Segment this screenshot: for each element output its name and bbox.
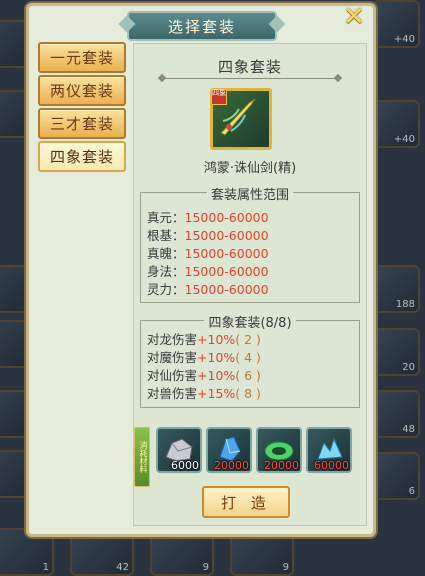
bonus-name: 对兽伤害 [147,386,198,401]
tab-label: 三才套装 [49,115,114,133]
bg-slot-count: 20 [402,362,415,373]
material-count: 20000 [264,459,299,472]
attribute-name: 根基： [147,228,185,243]
bg-slot [0,320,28,368]
bonus-value: +10% [197,332,236,347]
material-count: 20000 [214,459,249,472]
bg-slot: 48 [372,390,420,438]
item-name: 鸿蒙·诛仙剑(精) [203,161,297,176]
close-button[interactable]: ✕ [339,2,369,32]
materials-label: 消耗材料 [134,427,150,487]
close-x-icon: ✕ [343,2,365,32]
attribute-row: 根基：15000-60000 [147,227,269,245]
bg-slot-count: +40 [393,134,415,145]
bg-slot: +40 [372,100,420,148]
bg-slot [0,450,28,498]
bg-slot: 20 [372,328,420,376]
item-badge: 四象 [211,89,227,105]
bonus-box-title-wrap: 四象套装(8/8) [141,312,359,331]
attribute-name: 灵力： [147,282,185,297]
attribute-value: 15000-60000 [184,210,269,225]
bonus-value: +10% [197,350,236,365]
material-slot-blue-crystal[interactable]: 20000 [206,427,252,473]
bonus-name: 对仙伤害 [147,368,198,383]
material-count: 6000 [171,459,199,472]
bg-slot-count: 42 [116,562,129,573]
bonus-level: ( 2 ) [235,332,261,347]
tab-liangyi-set[interactable]: 两仪套装 [38,75,126,106]
tab-label: 一元套装 [49,49,114,67]
bonus-level: ( 8 ) [235,386,261,401]
set-name-heading: 四象套装 [217,58,282,76]
bonus-level: ( 4 ) [235,350,261,365]
attribute-value: 15000-60000 [184,228,269,243]
bonus-value: +15% [197,386,236,401]
craft-button-label: 打 造 [221,493,271,512]
material-slot-ice-crystal[interactable]: 60000 [306,427,352,473]
attribute-row: 灵力：15000-60000 [147,281,269,299]
bg-slot: +40 [372,0,420,48]
attribute-name: 身法： [147,264,185,279]
bg-slot-count: 1 [42,562,49,573]
bg-slot-count: 9 [202,562,209,573]
bg-slot: 6 [372,452,420,500]
material-count: 60000 [314,459,349,472]
material-slot-silver-ore[interactable]: 6000 [156,427,202,473]
dialog-title: 选择套装 [167,17,236,36]
attribute-row: 真魄：15000-60000 [147,245,269,263]
bg-slot-count: 48 [402,424,415,435]
bonus-row: 对龙伤害+10%( 2 ) [147,331,261,349]
bonus-row: 对魔伤害+10%( 4 ) [147,349,261,367]
item-slot[interactable]: 四象 [210,88,272,150]
bonus-name: 对魔伤害 [147,350,198,365]
heading-divider [162,78,338,79]
tab-label: 两仪套装 [49,82,114,100]
bonus-value: +10% [197,368,236,383]
bg-slot [0,265,28,313]
attribute-name: 真元： [147,210,185,225]
attribute-range-box: 套装属性范围 真元：15000-60000 根基：15000-60000 真魄：… [140,188,360,303]
attribute-value: 15000-60000 [184,282,269,297]
attribute-value: 15000-60000 [184,264,269,279]
attribute-value: 15000-60000 [184,246,269,261]
bg-slot-count: 9 [282,562,289,573]
material-slot-green-jade[interactable]: 20000 [256,427,302,473]
craft-button[interactable]: 打 造 [202,486,290,518]
bg-slot [0,390,28,438]
bg-slot [0,90,28,138]
bg-slot-count: 188 [395,299,415,310]
tab-label: 四象套装 [49,148,114,166]
set-detail-panel: 四象套装 四象 鸿蒙·诛仙剑(精) 套装属性范围 真元：15000-60000 … [133,43,367,526]
bg-slot-count: 6 [408,486,415,497]
bonus-name: 对龙伤害 [147,332,198,347]
attribute-row: 真元：15000-60000 [147,209,269,227]
dialog-title-plate: 选择套装 [127,11,277,41]
tab-sixiang-set[interactable]: 四象套装 [38,141,126,172]
bonus-level: ( 6 ) [235,368,261,383]
bonus-row: 对仙伤害+10%( 6 ) [147,367,261,385]
attribute-box-title-wrap: 套装属性范围 [141,184,359,203]
tab-sancai-set[interactable]: 三才套装 [38,108,126,139]
bg-slot: 188 [372,265,420,313]
select-set-dialog: 选择套装 ✕ 一元套装 两仪套装 三才套装 四象套装 四象套装 四象 鸿蒙·诛仙… [26,2,376,537]
set-bonus-box: 四象套装(8/8) 对龙伤害+10%( 2 ) 对魔伤害+10%( 4 ) 对仙… [140,316,360,408]
tab-yiyuan-set[interactable]: 一元套装 [38,42,126,73]
bg-slot [0,20,28,68]
bonus-row: 对兽伤害+15%( 8 ) [147,385,261,403]
attribute-name: 真魄： [147,246,185,261]
attribute-box-title: 套装属性范围 [206,188,293,203]
attribute-row: 身法：15000-60000 [147,263,269,281]
bonus-box-title: 四象套装(8/8) [204,316,296,331]
bg-slot-count: +40 [393,34,415,45]
